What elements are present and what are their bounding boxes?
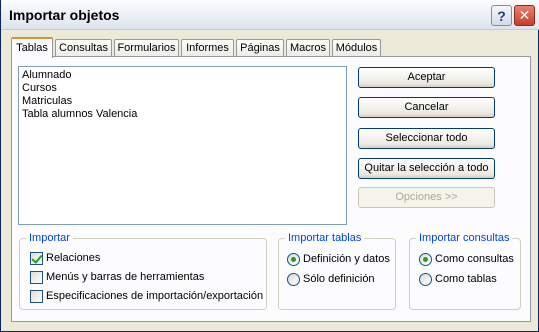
- cancel-button[interactable]: Cancelar: [358, 97, 495, 118]
- as-tables-label: Como tablas: [435, 273, 497, 285]
- help-button[interactable]: ?: [491, 5, 512, 26]
- list-item[interactable]: Tabla alumnos Valencia: [22, 108, 343, 121]
- menus-checkbox[interactable]: [30, 271, 43, 284]
- tab-consultas[interactable]: Consultas: [55, 39, 112, 57]
- import-objects-dialog: Importar objetos ? ✕ Tablas Consultas Fo…: [0, 0, 539, 332]
- tab-informes[interactable]: Informes: [181, 39, 234, 57]
- options-button[interactable]: Opciones >>: [358, 187, 495, 208]
- as-queries-radio[interactable]: [419, 253, 432, 266]
- import-tables-group: Importar tablas Definición y datos Sólo …: [278, 231, 396, 310]
- list-item[interactable]: Cursos: [22, 82, 343, 95]
- window-title: Importar objetos: [9, 7, 120, 23]
- specs-checkbox[interactable]: [30, 290, 43, 303]
- relations-label: Relaciones: [46, 252, 101, 264]
- definition-data-radio[interactable]: [287, 253, 300, 266]
- import-group: Importar Relaciones Menús y barras de he…: [19, 231, 267, 310]
- accept-button[interactable]: Aceptar: [358, 67, 495, 88]
- deselect-all-button[interactable]: Quitar la selección a todo: [358, 158, 495, 179]
- tab-tablas[interactable]: Tablas: [11, 37, 53, 58]
- close-button[interactable]: ✕: [514, 5, 535, 26]
- help-icon: ?: [497, 7, 506, 24]
- title-bar: Importar objetos ? ✕: [1, 0, 539, 30]
- import-queries-title: Importar consultas: [416, 231, 513, 245]
- import-group-title: Importar: [26, 231, 73, 245]
- list-item[interactable]: Matriculas: [22, 95, 343, 108]
- relations-checkbox[interactable]: [30, 252, 43, 265]
- tab-paginas[interactable]: Páginas: [236, 39, 284, 57]
- definition-only-label: Sólo definición: [303, 273, 375, 285]
- definition-data-label: Definición y datos: [303, 253, 390, 265]
- close-icon: ✕: [518, 7, 531, 23]
- objects-listbox[interactable]: Alumnado Cursos Matriculas Tabla alumnos…: [18, 66, 347, 225]
- tab-formularios[interactable]: Formularios: [114, 39, 179, 57]
- tab-macros[interactable]: Macros: [286, 39, 330, 57]
- list-item[interactable]: Alumnado: [22, 69, 343, 82]
- tab-modulos[interactable]: Módulos: [332, 39, 381, 57]
- definition-only-radio[interactable]: [287, 273, 300, 286]
- specs-label: Especificaciones de importación/exportac…: [46, 290, 264, 302]
- as-queries-label: Como consultas: [435, 253, 514, 265]
- import-queries-group: Importar consultas Como consultas Como t…: [409, 231, 521, 310]
- menus-label: Menús y barras de herramientas: [46, 271, 205, 283]
- as-tables-radio[interactable]: [419, 273, 432, 286]
- import-tables-title: Importar tablas: [285, 231, 365, 245]
- select-all-button[interactable]: Seleccionar todo: [358, 128, 495, 149]
